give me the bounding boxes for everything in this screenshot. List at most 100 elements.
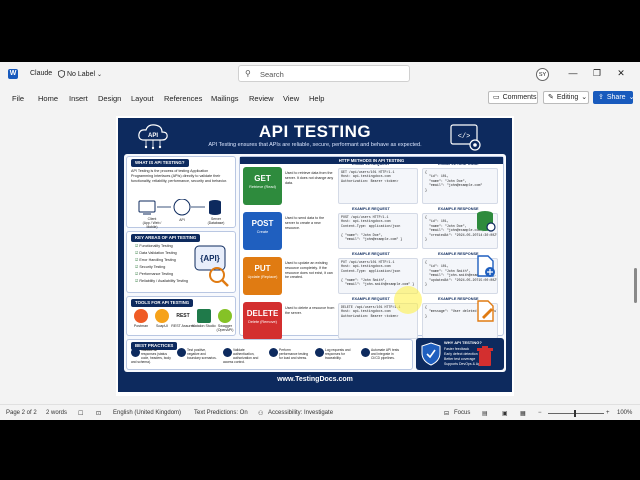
example-response-heading: EXAMPLE RESPONSE	[438, 162, 479, 166]
method-description: Used to update an existing resource comp…	[285, 261, 333, 280]
key-area-item: Security Testing	[135, 265, 165, 269]
focus-mode[interactable]: Focus	[454, 410, 470, 416]
tab-file[interactable]: File	[12, 94, 24, 103]
trash-icon	[477, 346, 493, 366]
tab-layout[interactable]: Layout	[131, 94, 154, 103]
database-search-icon	[477, 211, 496, 232]
chevron-down-icon: ⌄	[628, 94, 635, 101]
method-badge: PUT Update (Replace)	[243, 257, 282, 295]
api-magnifier-icon: {API}	[194, 245, 229, 287]
vertical-scrollbar[interactable]	[631, 110, 640, 400]
avatar[interactable]: SY	[536, 68, 549, 81]
tab-home[interactable]: Home	[38, 94, 58, 103]
method-description: Used to send data to the server to creat…	[285, 216, 325, 230]
swagger-icon	[218, 309, 232, 323]
proofing-icon[interactable]: ☐	[78, 410, 83, 417]
print-layout-icon[interactable]: ▣	[502, 410, 508, 417]
minimize-button[interactable]: —	[566, 68, 580, 78]
tab-design[interactable]: Design	[98, 94, 121, 103]
word-count[interactable]: 2 words	[46, 410, 67, 416]
test-icon	[177, 348, 186, 357]
key-area-item: Reliability / Availability Testing	[135, 279, 188, 283]
key-area-item: Performance Testing	[135, 272, 173, 276]
check-icon	[131, 348, 140, 357]
what-heading: WHAT IS API TESTING?	[131, 159, 189, 167]
chevron-down-icon: ⌄	[581, 94, 588, 101]
example-response-heading: EXAMPLE RESPONSE	[438, 207, 479, 211]
language[interactable]: English (United Kingdom)	[113, 410, 181, 416]
example-request-heading: EXAMPLE REQUEST	[352, 252, 390, 256]
document-title[interactable]: Claude	[30, 70, 52, 77]
editing-button[interactable]: ✎ Editing ⌄	[543, 91, 589, 104]
best-practice-item: Test positive, negative and boundary sce…	[177, 348, 217, 360]
example-request-code: GET /api/users/101 HTTP/1.1 Host: api.te…	[338, 168, 418, 204]
tab-mailings[interactable]: Mailings	[211, 94, 239, 103]
method-name: GET	[254, 174, 271, 183]
comments-button[interactable]: ▭ Comments	[488, 91, 538, 104]
log-icon	[315, 348, 324, 357]
method-description: Used to retrieve data from the server. I…	[285, 171, 334, 185]
key-area-item: Error Handling Testing	[135, 258, 175, 262]
gauge-icon	[269, 348, 278, 357]
postman-icon	[134, 309, 148, 323]
page-count[interactable]: Page 2 of 2	[6, 410, 37, 416]
method-badge: GET Retrieve (Read)	[243, 167, 282, 205]
top-letterbox	[0, 0, 640, 62]
ribbon-tabs: File Home Insert Design Layout Reference…	[0, 88, 640, 108]
rest-assured-icon: REST	[176, 309, 190, 323]
example-request-heading: EXAMPLE REQUEST	[352, 162, 390, 166]
poster-footer: www.TestingDocs.com	[277, 376, 353, 383]
api-testing-infographic: API API TESTING API Testing ensures that…	[118, 118, 512, 392]
tools-card: TOOLS FOR API TESTING Postman SoapUI RES…	[126, 296, 236, 336]
tab-review[interactable]: Review	[249, 94, 274, 103]
best-practice-item: Automate API tests and integrate in CI/C…	[361, 348, 401, 360]
tab-help[interactable]: Help	[309, 94, 324, 103]
zoom-in-button[interactable]: +	[606, 410, 610, 416]
share-button[interactable]: ⇪ Share ⌄	[593, 91, 635, 104]
scrollbar-thumb[interactable]	[634, 268, 637, 303]
bottom-letterbox	[0, 420, 640, 480]
web-layout-icon[interactable]: ▦	[520, 410, 526, 417]
http-methods-card: HTTP METHODS IN API TESTING GET Retrieve …	[239, 156, 504, 340]
key-area-item: Functionality Testing	[135, 244, 172, 248]
example-request-heading: EXAMPLE REQUEST	[352, 297, 390, 301]
accessibility-status[interactable]: Accessibility: Investigate	[268, 410, 333, 416]
accessibility-mode-icon[interactable]: ⊡	[96, 410, 101, 417]
comment-icon: ▭	[493, 94, 500, 101]
zoom-slider[interactable]	[548, 410, 604, 417]
cursor-highlight	[394, 286, 422, 314]
zoom-out-button[interactable]: −	[538, 410, 542, 416]
accessibility-icon: ⚇	[258, 411, 264, 417]
document-canvas[interactable]: API API TESTING API Testing ensures that…	[0, 110, 630, 400]
tools-heading: TOOLS FOR API TESTING	[131, 299, 194, 307]
comments-label: Comments	[502, 94, 537, 101]
word-icon[interactable]: W	[8, 69, 18, 79]
tab-view[interactable]: View	[283, 94, 299, 103]
read-mode-icon[interactable]: ▤	[482, 410, 488, 417]
why-item: Better test coverage	[444, 357, 476, 361]
text-predictions[interactable]: Text Predictions: On	[194, 410, 248, 416]
status-bar: Page 2 of 2 2 words ☐ ⊡ English (United …	[0, 404, 640, 420]
tool-swagger: Swagger (OpenAPI)	[213, 309, 237, 332]
search-box[interactable]: ⚲ Search	[238, 65, 410, 82]
zoom-level[interactable]: 100%	[617, 410, 632, 416]
editing-label: Editing	[556, 94, 579, 101]
lock-icon	[223, 348, 232, 357]
share-label: Share	[606, 94, 626, 101]
zoom-slider-thumb[interactable]	[574, 410, 576, 417]
method-badge: POST Create	[243, 212, 282, 250]
what-body: API Testing is the process of testing Ap…	[131, 169, 227, 183]
close-button[interactable]: ✕	[614, 68, 628, 79]
why-item: Faster feedback	[444, 347, 470, 351]
method-sub: Update (Replace)	[247, 275, 278, 279]
tab-references[interactable]: References	[164, 94, 202, 103]
api-label: API	[179, 218, 185, 222]
best-practice-item: Perform performance testing for load and…	[269, 348, 309, 360]
restore-button[interactable]: ❐	[590, 68, 604, 79]
sensitivity-label[interactable]: No Label ⌄	[58, 70, 102, 78]
best-practice-item: Validate all responses (status code, hea…	[131, 348, 171, 364]
best-practice-item: Log requests and responses for traceabil…	[315, 348, 355, 360]
tab-insert[interactable]: Insert	[69, 94, 88, 103]
soapui-icon	[155, 309, 169, 323]
document-page[interactable]: API API TESTING API Testing ensures that…	[116, 116, 514, 396]
